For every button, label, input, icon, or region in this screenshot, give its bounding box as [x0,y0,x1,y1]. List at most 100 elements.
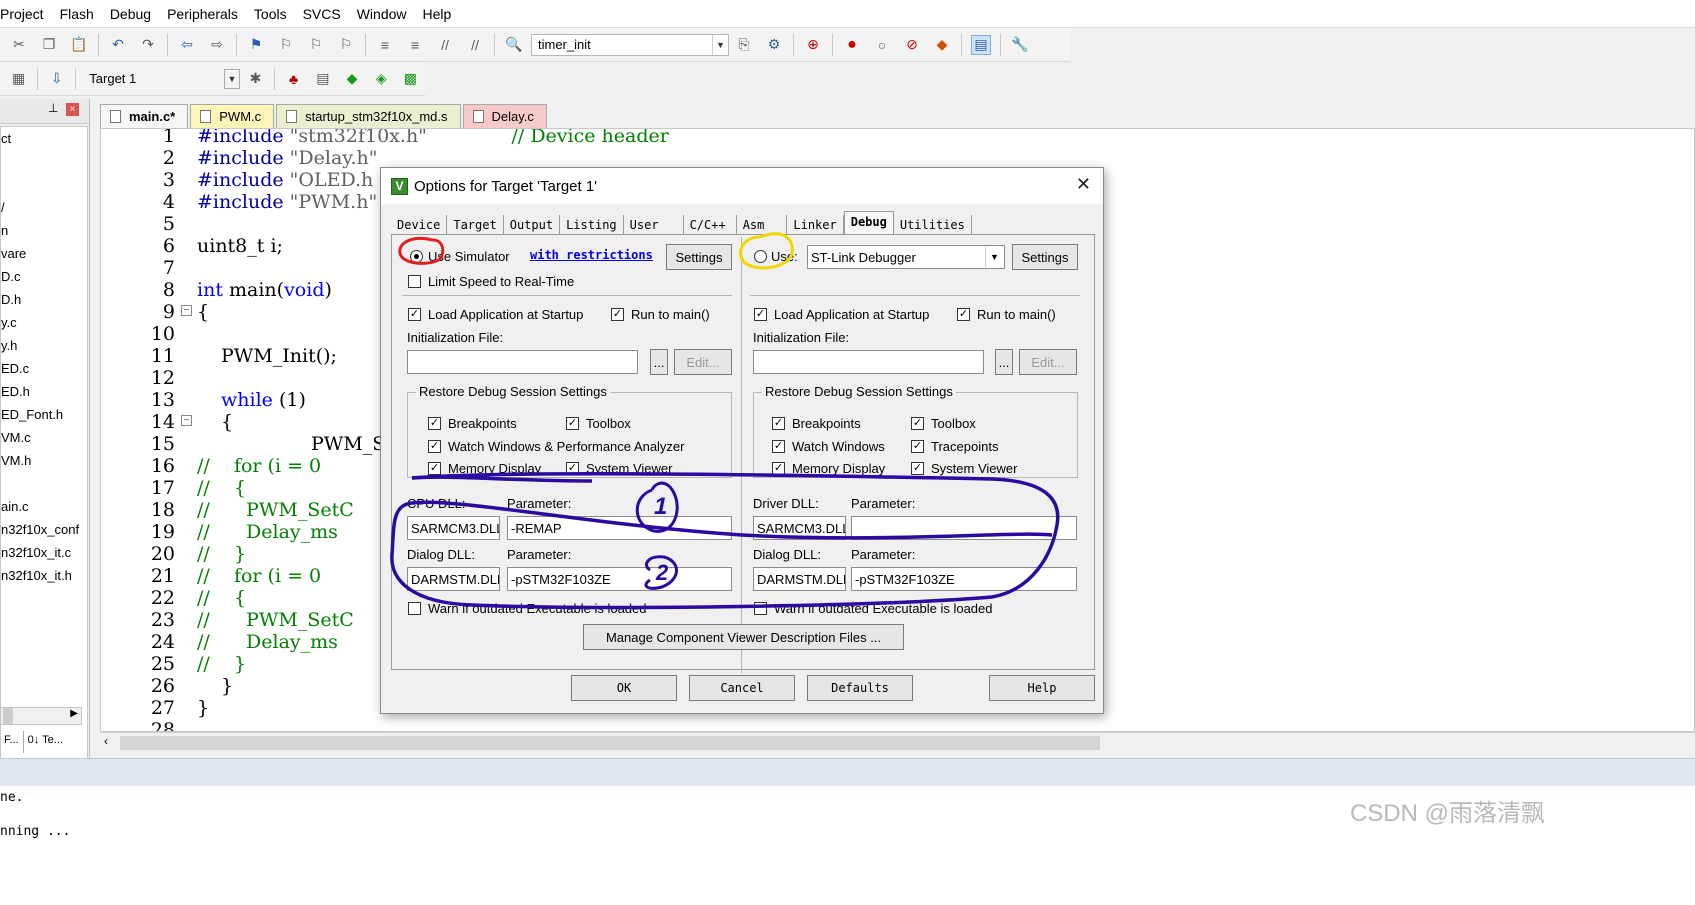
nav-forward-icon[interactable]: ⇨ [207,35,227,55]
bookmark-prev-icon[interactable]: ⚐ [276,35,296,55]
nav-back-icon[interactable]: ⇦ [177,35,197,55]
project-tree-item[interactable]: ED_Font.h [1,403,87,426]
tab-debug[interactable]: Debug [843,211,894,235]
tab-files[interactable]: F... [0,731,23,753]
menu-project[interactable]: Project [0,6,52,22]
project-tree-item[interactable]: y.h [1,334,87,357]
select-packs-icon[interactable]: ▤ [313,69,332,89]
project-tree-item[interactable]: y.c [1,311,87,334]
defaults-button[interactable]: Defaults [807,675,913,701]
tab-device[interactable]: Device [391,215,448,235]
line-number: 21 [150,565,175,587]
manage-project-items-icon[interactable]: ♣ [284,69,303,89]
project-tree-item[interactable]: VM.c [1,426,87,449]
project-tree-item[interactable]: n32f10x_it.h [1,564,87,587]
download-icon[interactable]: ⇩ [47,69,66,89]
unindent-icon[interactable]: ≡ [405,35,425,55]
pin-icon[interactable]: ⊥ [48,101,58,115]
tab-main-c[interactable]: main.c* [100,104,189,128]
bookmark-next-icon[interactable]: ⚐ [306,35,326,55]
project-tree-item[interactable]: vare [1,242,87,265]
comment-icon[interactable]: // [435,35,455,55]
help-button[interactable]: Help [989,675,1095,701]
editor-hscroll[interactable]: ‹ [100,732,1695,752]
tab-delay-c[interactable]: Delay.c [462,104,547,128]
chevron-down-icon[interactable]: ▼ [223,68,240,89]
uncomment-icon[interactable]: // [465,35,485,55]
tab-startup-s[interactable]: startup_stm32f10x_md.s [276,104,461,128]
line-number: 19 [150,521,175,543]
menu-flash[interactable]: Flash [60,6,102,22]
project-tree-item[interactable]: D.c [1,265,87,288]
copy-icon[interactable]: ❐ [39,35,59,55]
menu-tools[interactable]: Tools [254,6,295,22]
bookmark-icon[interactable]: ⚑ [246,35,266,55]
menu-help[interactable]: Help [423,6,460,22]
tab-pwm-c[interactable]: PWM.c [190,104,275,128]
breakpoint-kill-all-icon[interactable]: ◆ [932,35,952,55]
cut-icon[interactable]: ✂ [9,35,29,55]
tab-utilities[interactable]: Utilities [894,215,972,235]
close-icon[interactable]: ✕ [1076,174,1091,195]
close-icon[interactable]: × [66,103,79,116]
bookmark-clear-icon[interactable]: ⚐ [336,35,356,55]
redo-icon[interactable]: ↷ [138,35,158,55]
target-combo[interactable]: Target 1 ▼ [82,67,241,90]
find-in-files-icon[interactable]: 🔍 [504,35,524,55]
scroll-left-icon[interactable]: ‹ [104,734,108,748]
tab-user[interactable]: User [624,215,684,235]
translate-icon[interactable]: ▦ [9,69,28,89]
wrench-icon[interactable]: 🔧 [1010,35,1030,55]
breakpoint-disable-all-icon[interactable]: ⊘ [902,35,922,55]
target-options-icon[interactable]: ✱ [246,69,265,89]
project-tree-item[interactable]: VM.h [1,449,87,472]
pack-installer-icon[interactable]: ◈ [372,69,391,89]
menu-debug[interactable]: Debug [110,6,159,22]
debug-session-icon[interactable]: ⊕ [803,35,823,55]
tab-templates[interactable]: 0↓ Te... [22,731,67,753]
project-tree-item[interactable] [1,173,87,196]
fold-icon[interactable]: − [181,415,192,426]
configure-icon[interactable]: ⚙ [764,35,784,55]
project-tree-item[interactable]: ct [1,127,87,150]
tab-asm[interactable]: Asm [737,215,788,235]
tab-listing[interactable]: Listing [560,215,624,235]
project-tree-item[interactable]: n32f10x_it.c [1,541,87,564]
cancel-button[interactable]: Cancel [689,675,795,701]
tab-cpp[interactable]: C/C++ [684,215,737,235]
menu-svcs[interactable]: SVCS [303,6,349,22]
project-tree-item[interactable]: ED.c [1,357,87,380]
window-layout-icon[interactable]: ▤ [971,34,991,55]
project-tree-item[interactable] [1,472,87,495]
line-number: 23 [150,609,175,631]
manage-runtime-icon[interactable]: ◆ [342,69,361,89]
tab-linker[interactable]: Linker [787,215,844,235]
project-tree-item[interactable]: n [1,219,87,242]
ok-button[interactable]: OK [571,675,677,701]
tab-target[interactable]: Target [447,215,504,235]
incremental-find-icon[interactable]: ⎘ [734,35,754,55]
chevron-down-icon[interactable]: ▼ [712,34,728,55]
menu-peripherals[interactable]: Peripherals [167,6,246,22]
undo-icon[interactable]: ↶ [108,35,128,55]
project-tree-item[interactable]: n32f10x_conf [1,518,87,541]
scroll-thumb[interactable] [120,736,1100,750]
tab-output[interactable]: Output [504,215,561,235]
project-tree-item[interactable] [1,150,87,173]
find-combo[interactable]: timer_init ▼ [531,33,729,56]
menu-window[interactable]: Window [357,6,415,22]
fold-icon[interactable]: − [181,305,192,316]
project-tree-item[interactable]: ED.h [1,380,87,403]
scroll-right-icon[interactable]: ▶ [70,708,78,719]
project-tree-item[interactable]: D.h [1,288,87,311]
paste-icon[interactable]: 📋 [69,35,89,55]
code-line-27: } [197,697,210,719]
indent-icon[interactable]: ≡ [375,35,395,55]
project-tree-item[interactable]: ain.c [1,495,87,518]
blue-loop-annotation-top [411,475,593,483]
breakpoint-disable-icon[interactable]: ○ [872,35,892,55]
tree-hscroll[interactable]: ▶ [0,707,82,725]
project-tree-item[interactable]: / [1,196,87,219]
breakpoint-insert-icon[interactable]: ● [842,35,862,55]
component-icon[interactable]: ▩ [401,69,420,89]
